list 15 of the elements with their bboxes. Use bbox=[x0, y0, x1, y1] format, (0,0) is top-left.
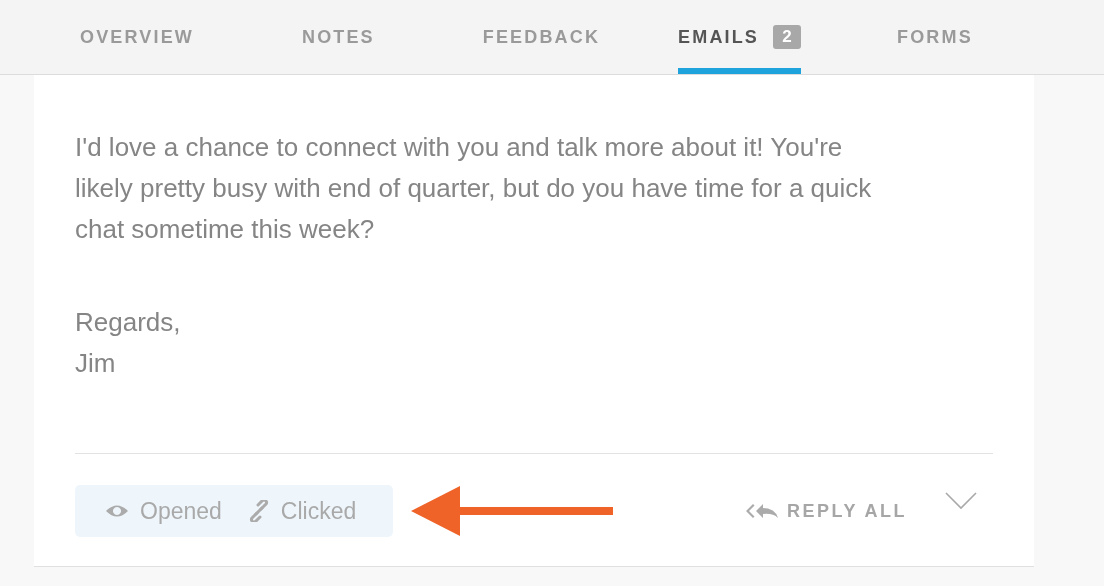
tab[interactable]: OVERVIEW bbox=[80, 0, 194, 74]
reply-all-button[interactable]: REPLY ALL bbox=[745, 497, 908, 525]
count-badge: 2 bbox=[773, 25, 802, 49]
tab[interactable]: FEEDBACK bbox=[482, 0, 601, 74]
tab[interactable]: NOTES bbox=[301, 0, 375, 74]
chevron-down-icon[interactable] bbox=[945, 492, 978, 510]
link-icon bbox=[247, 500, 270, 522]
status-label: Clicked bbox=[280, 496, 357, 526]
eye-icon bbox=[105, 504, 129, 518]
tab-label: EMAILS bbox=[678, 25, 760, 49]
reply-all-icon bbox=[745, 503, 779, 519]
email-paragraph: I'd love a chance to connect with you and talk more about it! You're likely pretty busy with end of quarter, but do you have time for a quick chat sometime this week? bbox=[75, 131, 873, 246]
status-label: Opened bbox=[140, 496, 222, 526]
email-paragraph: Regards, Jim bbox=[75, 306, 182, 380]
tab[interactable]: FORMS bbox=[897, 0, 973, 74]
